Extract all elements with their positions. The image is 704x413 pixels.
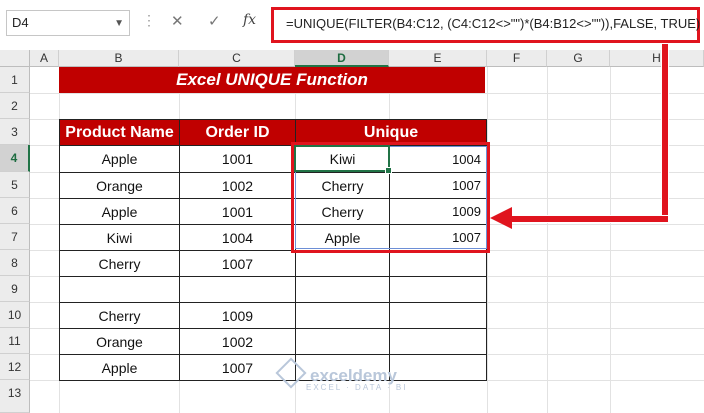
- cell-order-id[interactable]: [179, 276, 296, 303]
- row-header-12[interactable]: 12: [0, 354, 30, 380]
- row-header-8[interactable]: 8: [0, 250, 30, 276]
- cell-order-id[interactable]: 1009: [179, 302, 296, 329]
- cell-empty[interactable]: [295, 276, 390, 303]
- cell-order-id[interactable]: 1004: [179, 224, 296, 251]
- worksheet-grid: A B C D E F G H 1 2 3 4 5 6 7 8 9 10 11 …: [0, 0, 704, 413]
- row-header-11[interactable]: 11: [0, 328, 30, 354]
- row-header-2[interactable]: 2: [0, 93, 30, 119]
- cell-empty[interactable]: [389, 250, 487, 277]
- cell-product[interactable]: Apple: [59, 354, 180, 381]
- cell-empty[interactable]: [295, 302, 390, 329]
- cell-product[interactable]: Kiwi: [59, 224, 180, 251]
- row-header-1[interactable]: 1: [0, 67, 30, 93]
- row-header-6[interactable]: 6: [0, 198, 30, 224]
- row-header-10[interactable]: 10: [0, 302, 30, 328]
- cell-product[interactable]: [59, 276, 180, 303]
- cell-product[interactable]: Apple: [59, 198, 180, 225]
- annotation-connector: [509, 215, 669, 223]
- watermark-tagline: EXCEL · DATA · BI: [306, 383, 408, 392]
- cell-empty[interactable]: [389, 354, 487, 381]
- watermark-logo: exceldemy EXCEL · DATA · BI: [275, 357, 405, 392]
- column-header-b[interactable]: B: [59, 50, 179, 67]
- cell-empty[interactable]: [295, 328, 390, 355]
- column-header-a[interactable]: A: [30, 50, 59, 67]
- column-header-c[interactable]: C: [179, 50, 295, 67]
- select-all-corner[interactable]: [0, 50, 30, 67]
- column-header-e[interactable]: E: [389, 50, 487, 67]
- column-header-d[interactable]: D: [295, 50, 389, 67]
- cell-empty[interactable]: [295, 250, 390, 277]
- row-header-5[interactable]: 5: [0, 172, 30, 198]
- annotation-connector: [661, 43, 669, 223]
- cell-product[interactable]: Orange: [59, 328, 180, 355]
- row-header-4[interactable]: 4: [0, 145, 30, 172]
- column-header-f[interactable]: F: [487, 50, 547, 67]
- row-header-3[interactable]: 3: [0, 119, 30, 145]
- cell-order-id[interactable]: 1002: [179, 328, 296, 355]
- column-header-g[interactable]: G: [547, 50, 610, 67]
- header-order-id[interactable]: Order ID: [179, 119, 296, 146]
- column-header-h[interactable]: H: [610, 50, 704, 67]
- gridline: [30, 93, 704, 94]
- arrow-left-icon: [490, 207, 512, 229]
- row-header-7[interactable]: 7: [0, 224, 30, 250]
- header-product-name[interactable]: Product Name: [59, 119, 180, 146]
- cell-empty[interactable]: [389, 328, 487, 355]
- cell-empty[interactable]: [389, 276, 487, 303]
- cell-product[interactable]: Cherry: [59, 302, 180, 329]
- row-header-13[interactable]: 13: [0, 380, 30, 413]
- cell-order-id[interactable]: 1001: [179, 198, 296, 225]
- cell-product[interactable]: Apple: [59, 145, 180, 173]
- highlight-box-result: [291, 142, 490, 253]
- exceldemy-logo-icon: [275, 357, 307, 389]
- cell-product[interactable]: Cherry: [59, 250, 180, 277]
- cell-empty[interactable]: [389, 302, 487, 329]
- cell-order-id[interactable]: 1007: [179, 250, 296, 277]
- cell-order-id[interactable]: 1002: [179, 172, 296, 199]
- sheet-title[interactable]: Excel UNIQUE Function: [59, 67, 485, 93]
- cell-order-id[interactable]: 1001: [179, 145, 296, 173]
- row-header-9[interactable]: 9: [0, 276, 30, 302]
- cell-product[interactable]: Orange: [59, 172, 180, 199]
